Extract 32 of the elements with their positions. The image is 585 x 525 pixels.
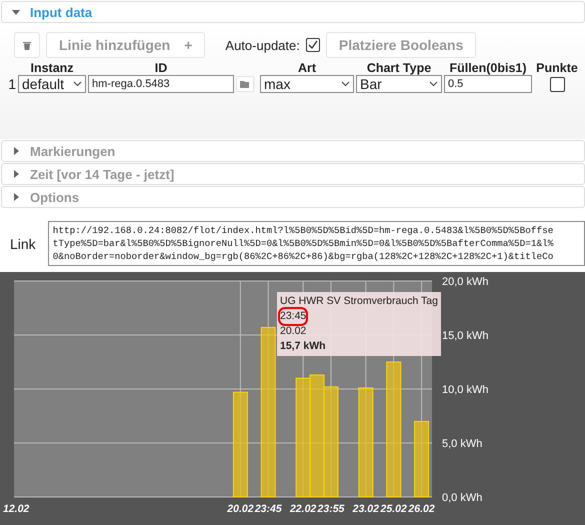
tooltip-text: 23:45 xyxy=(280,309,306,324)
tooltip-text: 15,7 kWh xyxy=(280,339,326,354)
x-axis-label: 23:45 xyxy=(254,503,282,515)
art-select[interactable]: max xyxy=(260,75,354,93)
y-axis-label: 15,0 kWh xyxy=(442,330,488,342)
x-axis-label: 26.02 xyxy=(408,503,435,515)
y-axis-label: 20,0 kWh xyxy=(442,276,488,288)
column-header: Instanz xyxy=(30,61,74,75)
link-textarea[interactable]: http://192.168.0.24:8082/flot/index.html?l%5B0%5D%5Bid%5D=hm-rega.0.5483&l%5B0%5D%5Boffse tType%5D=bar&l%5B0%5D%5BignoreNull%5D=0&l%5B0%5D%5Bmin%5D=0&l%5B0%5D%5BafterComma%5D=1&l% 0&noBorder=noborder&window_bg=rgb(86%2C+86%2C+86)&bg=rgba(128%2C+128%2C+128%2C+1)&titleCo xyxy=(48,221,585,266)
column-header: Füllen(0bis1) xyxy=(449,61,527,75)
x-axis-label: 12.02 xyxy=(3,503,30,515)
x-axis-label: 22.02 xyxy=(290,503,316,515)
auto-update-label: Auto-update: xyxy=(225,38,300,52)
id-input[interactable]: hm-rega.0.5483 xyxy=(88,75,234,93)
tooltip-title: UG HWR SV Stromverbrauch Tag xyxy=(280,294,438,309)
tooltip-text: 20.02 xyxy=(280,324,306,339)
row-number: 1 xyxy=(7,76,16,92)
x-axis-label: 23:55 xyxy=(318,503,344,515)
y-axis-label: 0,0 kWh xyxy=(442,492,482,504)
x-axis-label: 25.02 xyxy=(380,503,407,515)
column-header: ID xyxy=(154,61,168,75)
y-axis-label: 5,0 kWh xyxy=(442,438,482,450)
y-axis-label: 10,0 kWh xyxy=(442,384,488,396)
column-header: Chart Type xyxy=(366,61,432,75)
column-header: Art xyxy=(298,61,316,75)
chart-type-select[interactable]: Bar xyxy=(356,75,442,93)
link-label: Link xyxy=(10,236,36,252)
x-axis-label: 23.02 xyxy=(352,503,379,515)
x-axis-label: 20.02 xyxy=(227,503,254,515)
fill-input[interactable]: 0.5 xyxy=(444,75,532,93)
instance-select[interactable]: default xyxy=(18,75,86,93)
column-header: Punkte xyxy=(536,61,578,75)
